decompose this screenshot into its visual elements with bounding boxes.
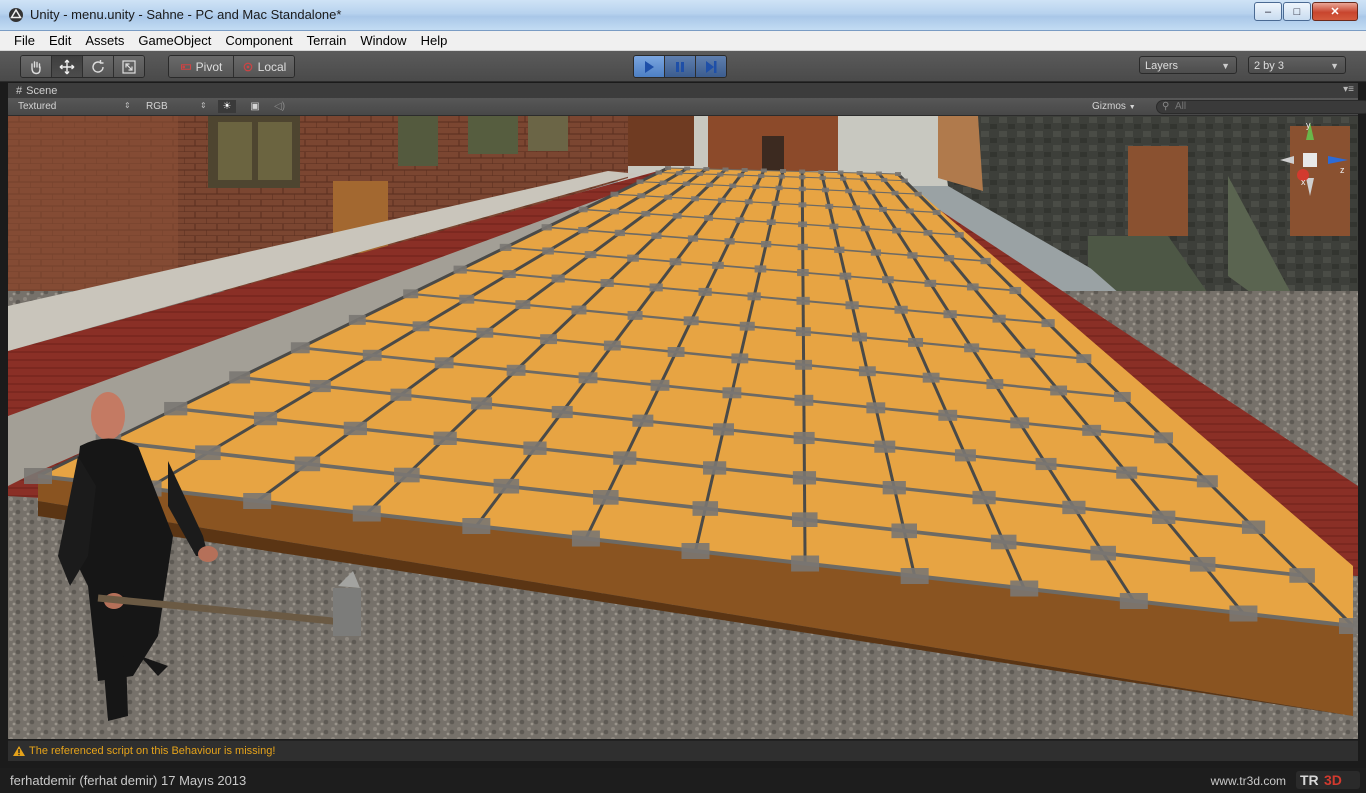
pause-button[interactable] (665, 56, 696, 77)
menu-component[interactable]: Component (218, 31, 299, 50)
svg-text:3D: 3D (1324, 772, 1342, 788)
play-button[interactable] (634, 56, 665, 77)
play-icon (645, 60, 654, 73)
window-title: Unity - menu.unity - Sahne - PC and Mac … (30, 7, 342, 22)
chevron-down-icon: ▼ (1330, 61, 1339, 71)
menu-gameobject[interactable]: GameObject (131, 31, 218, 50)
chevron-down-icon: ▼ (1221, 61, 1230, 71)
scale-icon (122, 59, 136, 74)
move-tool-button[interactable] (52, 56, 83, 77)
step-button[interactable] (696, 56, 726, 77)
updown-icon: ⇕ (124, 101, 131, 110)
menu-window[interactable]: Window (353, 31, 413, 50)
scene-lighting-toggle[interactable]: ☀ (218, 100, 236, 113)
scene-render (8, 116, 1358, 739)
forum-footer: ferhatdemir (ferhat demir) 17 Mayıs 2013… (0, 768, 1366, 793)
local-button[interactable]: Local (234, 56, 294, 77)
image-icon: ▣ (250, 101, 260, 112)
site-link[interactable]: www.tr3d.com (1211, 774, 1286, 788)
pivot-button[interactable]: Pivot (169, 56, 234, 77)
tab-scene-label: Scene (26, 84, 58, 97)
hand-tool-button[interactable] (21, 56, 52, 77)
playback-controls (633, 55, 727, 78)
maximize-button[interactable]: □ (1283, 2, 1311, 21)
scale-tool-button[interactable] (114, 56, 144, 77)
pivot-icon (180, 63, 191, 70)
sun-icon: ☀ (222, 101, 232, 112)
menu-bar: File Edit Assets GameObject Component Te… (0, 31, 1366, 51)
move-icon (59, 59, 75, 74)
gizmos-label: Gizmos (1092, 101, 1126, 112)
console-status-bar[interactable]: The referenced script on this Behaviour … (8, 740, 1358, 761)
speaker-icon: ◁) (274, 101, 286, 112)
search-placeholder: All (1175, 101, 1187, 112)
unity-toolbar: Pivot Local Layers ▼ 2 by 3 ▼ (0, 51, 1366, 82)
grid-icon: # (16, 84, 23, 97)
window-titlebar: Unity - menu.unity - Sahne - PC and Mac … (0, 0, 1366, 31)
warning-icon (13, 746, 25, 756)
local-label: Local (257, 59, 287, 74)
menu-file[interactable]: File (0, 31, 42, 50)
tab-scene[interactable]: # Scene (8, 83, 57, 98)
rotate-icon (92, 59, 104, 73)
minimize-button[interactable]: – (1254, 2, 1282, 21)
menu-help[interactable]: Help (414, 31, 455, 50)
step-icon (706, 60, 717, 73)
unity-logo-icon (9, 8, 23, 22)
chevron-down-icon: ▼ (1128, 104, 1136, 111)
local-icon (243, 62, 253, 71)
scene-tab-row: # Scene ▾≡ (8, 83, 1358, 98)
layout-label: 2 by 3 (1254, 60, 1284, 72)
transform-tools (20, 55, 145, 78)
pivot-toggle-group: Pivot Local (168, 55, 295, 78)
color-mode-dropdown[interactable]: RGB (146, 100, 168, 113)
layers-dropdown[interactable]: Layers ▼ (1139, 56, 1237, 74)
close-button[interactable]: ✕ (1312, 2, 1358, 21)
layers-label: Layers (1145, 60, 1179, 72)
gizmos-dropdown[interactable]: Gizmos ▼ (1092, 100, 1136, 113)
menu-assets[interactable]: Assets (78, 31, 131, 50)
gizmo-x-label: x (1301, 177, 1306, 187)
tr3d-logo: TR 3D (1296, 771, 1360, 789)
scene-view-header: Textured ⇕ RGB ⇕ ☀ ▣ ◁) Gizmos ▼ ⚲ All (8, 98, 1366, 116)
pivot-label: Pivot (195, 59, 223, 74)
svg-text:TR: TR (1300, 772, 1319, 788)
gizmo-y-label: y (1306, 120, 1311, 130)
audio-toggle[interactable]: ◁) (274, 100, 288, 113)
author-info: ferhatdemir (ferhat demir) 17 Mayıs 2013 (10, 773, 247, 788)
scene-overlay-toggle[interactable]: ▣ (246, 100, 264, 113)
rotate-tool-button[interactable] (83, 56, 114, 77)
scene-viewport[interactable]: y x z (8, 116, 1358, 739)
hand-icon (31, 60, 41, 74)
menu-terrain[interactable]: Terrain (300, 31, 354, 50)
render-mode-dropdown[interactable]: Textured (18, 100, 56, 113)
updown-icon: ⇕ (200, 101, 207, 110)
scene-search-input[interactable]: ⚲ All (1156, 100, 1366, 114)
gizmo-z-label: z (1340, 165, 1345, 175)
layout-dropdown[interactable]: 2 by 3 ▼ (1248, 56, 1346, 74)
pause-icon (676, 61, 684, 72)
search-icon: ⚲ (1162, 101, 1170, 112)
tab-menu-icon[interactable]: ▾≡ (1343, 84, 1354, 95)
menu-edit[interactable]: Edit (42, 31, 78, 50)
orientation-gizmo[interactable]: y x z (1270, 120, 1350, 200)
status-message: The referenced script on this Behaviour … (29, 745, 276, 757)
